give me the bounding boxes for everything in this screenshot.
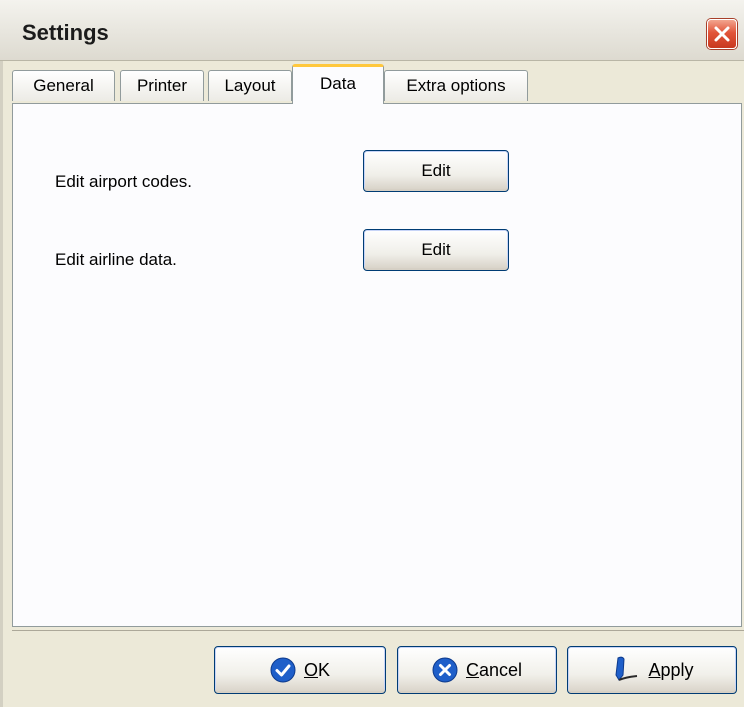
tab-extra-options-label: Extra options bbox=[406, 76, 506, 95]
apply-button[interactable]: Apply bbox=[567, 646, 737, 694]
pen-icon bbox=[615, 656, 638, 681]
apply-button-label: Apply bbox=[648, 659, 694, 680]
tab-extra-options[interactable]: Extra options bbox=[384, 70, 528, 101]
tab-data-label: Data bbox=[320, 74, 356, 93]
edit-airline-data-button[interactable]: Edit bbox=[363, 229, 509, 271]
edit-airline-data-button-label: Edit bbox=[421, 240, 451, 259]
tab-general[interactable]: General bbox=[12, 70, 115, 101]
settings-window: Settings General Printer Layout Data Ext… bbox=[0, 0, 744, 707]
tab-layout[interactable]: Layout bbox=[208, 70, 292, 101]
window-left-border bbox=[0, 60, 3, 707]
tab-strip: General Printer Layout Data Extra option… bbox=[12, 64, 742, 104]
tab-printer[interactable]: Printer bbox=[120, 70, 204, 101]
window-title: Settings bbox=[22, 20, 109, 45]
close-button[interactable] bbox=[707, 19, 737, 49]
tab-data[interactable]: Data bbox=[292, 64, 384, 104]
airline-data-label: Edit airline data. bbox=[55, 250, 177, 269]
data-tab-page: Edit airport codes. Edit Edit airline da… bbox=[12, 103, 742, 627]
edit-airport-codes-button[interactable]: Edit bbox=[363, 150, 509, 192]
x-circle-icon bbox=[432, 657, 458, 683]
tab-layout-label: Layout bbox=[224, 76, 276, 95]
cancel-button-label: Cancel bbox=[465, 659, 523, 680]
cancel-button[interactable]: Cancel bbox=[397, 646, 557, 694]
tab-general-label: General bbox=[33, 76, 94, 95]
ok-button-label: OK bbox=[303, 659, 331, 680]
title-bar[interactable]: Settings bbox=[0, 0, 744, 61]
edit-airport-codes-button-label: Edit bbox=[421, 161, 451, 180]
close-icon bbox=[714, 26, 730, 42]
tab-printer-label: Printer bbox=[136, 76, 188, 95]
footer-divider bbox=[12, 630, 744, 631]
airport-codes-label: Edit airport codes. bbox=[55, 172, 193, 191]
ok-button[interactable]: OK bbox=[214, 646, 386, 694]
check-circle-icon bbox=[270, 657, 296, 683]
